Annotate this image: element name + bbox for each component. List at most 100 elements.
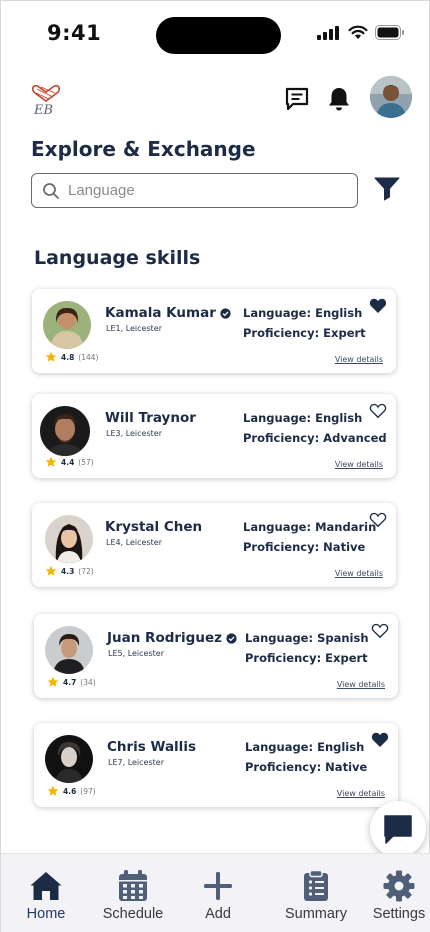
card-name-text: Kamala Kumar [105,305,216,321]
user-photo-icon [45,735,93,783]
bell-icon [329,88,349,111]
review-count: (97) [80,786,96,796]
card-language: Language: English [243,411,363,425]
messages-button[interactable] [283,85,311,113]
card-name: Chris Wallis [107,739,196,755]
app-screen: 9:41 EB Explore & Exchange Language Lang… [0,0,430,932]
filter-icon[interactable] [374,177,400,201]
rating-value: 4.8 [61,352,75,362]
search-bar[interactable] [31,173,358,208]
verified-icon [226,632,237,644]
card-location: LE5, Leicester [108,649,164,658]
nav-settings[interactable]: Settings [359,870,430,922]
card-proficiency: Proficiency: Expert [243,326,366,340]
card-language: Language: Spanish [245,631,369,645]
user-photo-icon [370,76,412,118]
card-rating: 4.4 (57) [45,456,94,468]
wifi-icon [348,25,368,39]
card-rating: 4.6 (97) [47,785,96,797]
star-icon [45,351,57,362]
svg-text:EB: EB [33,103,53,117]
notifications-button[interactable] [325,85,353,113]
calendar-icon [119,870,147,901]
dynamic-island [156,17,281,54]
app-logo[interactable]: EB [31,83,61,117]
card-language: Language: English [245,740,365,754]
heart-filled-icon[interactable] [371,731,389,748]
card-rating: 4.3 (72) [45,565,94,577]
chat-bubble-icon [384,815,412,844]
card-name: Kamala Kumar [105,305,231,321]
review-count: (57) [78,457,94,467]
view-details-link[interactable]: View details [337,789,385,798]
profile-avatar[interactable] [370,76,412,118]
star-icon [45,565,57,576]
star-icon [47,676,59,687]
card-proficiency: Proficiency: Native [245,760,368,774]
rating-value: 4.3 [61,566,75,576]
nav-home[interactable]: Home [6,870,86,922]
view-details-link[interactable]: View details [335,355,383,364]
skill-card[interactable]: Chris Wallis LE7, Leicester 4.6 (97) Lan… [34,723,398,807]
card-proficiency: Proficiency: Native [243,540,366,554]
battery-icon [375,25,404,40]
card-name: Juan Rodriguez [107,630,237,646]
avatar [45,626,93,674]
user-photo-icon [40,406,90,456]
card-proficiency: Proficiency: Advanced [243,431,387,445]
nav-label: Home [26,906,66,922]
view-details-link[interactable]: View details [335,569,383,578]
review-count: (34) [80,677,96,687]
card-name-text: Chris Wallis [107,739,196,755]
card-language: Language: English [243,306,363,320]
chat-button[interactable] [370,801,426,857]
signal-icon [317,25,339,40]
nav-add[interactable]: Add [178,870,258,922]
avatar [45,735,93,783]
page-title: Explore & Exchange [31,137,256,161]
avatar [45,515,93,563]
card-name-text: Krystal Chen [105,519,203,535]
heart-filled-icon[interactable] [369,297,387,314]
nav-label: Summary [284,906,348,922]
nav-schedule[interactable]: Schedule [93,870,173,922]
search-input[interactable] [68,182,328,199]
gear-icon [383,870,415,902]
review-count: (72) [78,566,94,576]
card-proficiency: Proficiency: Expert [245,651,368,665]
avatar [43,301,91,349]
heart-outline-icon[interactable] [369,402,387,419]
user-photo-icon [45,626,93,674]
card-name: Will Traynor [105,410,196,426]
rating-value: 4.7 [63,677,77,687]
view-details-link[interactable]: View details [335,460,383,469]
card-location: LE1, Leicester [106,324,162,333]
review-count: (144) [78,352,99,362]
nav-summary[interactable]: Summary [276,870,356,922]
status-time: 9:41 [47,21,102,45]
heart-outline-icon[interactable] [369,511,387,528]
skill-card[interactable]: Krystal Chen LE4, Leicester 4.3 (72) Lan… [32,503,396,587]
status-icons [317,25,405,40]
skill-card[interactable]: Will Traynor LE3, Leicester 4.4 (57) Lan… [32,394,396,478]
star-icon [45,456,57,467]
user-photo-icon [45,515,93,563]
card-location: LE4, Leicester [106,538,162,547]
skill-card[interactable]: Juan Rodriguez LE5, Leicester 4.7 (34) L… [34,614,398,698]
verified-icon [220,307,231,319]
card-rating: 4.8 (144) [45,351,98,363]
view-details-link[interactable]: View details [337,680,385,689]
card-name-text: Will Traynor [105,410,196,426]
bottom-nav: Home Schedule Add Summary Settings [1,853,430,932]
clipboard-icon [304,870,328,901]
card-language: Language: Mandarin [243,520,377,534]
nav-label: Settings [372,906,426,922]
skill-card[interactable]: Kamala Kumar LE1, Leicester 4.8 (144) La… [32,289,396,373]
heart-outline-icon[interactable] [371,622,389,639]
card-location: LE3, Leicester [106,429,162,438]
card-location: LE7, Leicester [108,758,164,767]
nav-label: Add [205,906,231,922]
search-icon [43,182,59,199]
rating-value: 4.4 [61,457,75,467]
card-name-text: Juan Rodriguez [107,630,222,646]
